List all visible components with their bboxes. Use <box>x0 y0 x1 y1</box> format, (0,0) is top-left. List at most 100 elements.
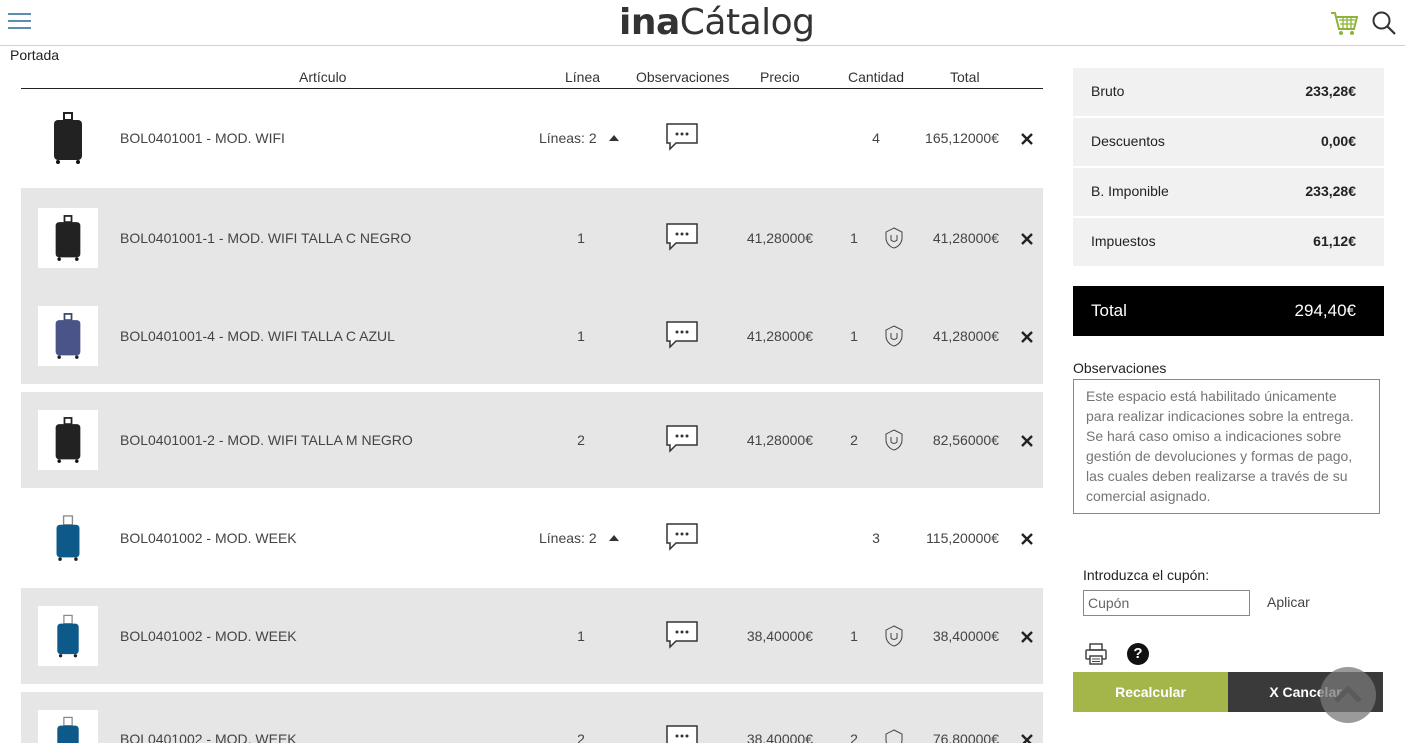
unit-shield-icon[interactable] <box>884 729 904 743</box>
line-number: 2 <box>577 731 585 743</box>
comment-icon[interactable] <box>666 321 698 349</box>
product-thumbnail[interactable] <box>38 710 98 743</box>
quantity[interactable]: 2 <box>847 731 861 743</box>
logo[interactable]: inaCátalog <box>619 2 815 43</box>
line-total: 41,28000€ <box>932 328 999 344</box>
price: 41,28000€ <box>746 432 813 448</box>
col-articulo: Artículo <box>299 69 347 85</box>
product-thumbnail[interactable] <box>38 108 98 168</box>
comment-icon[interactable] <box>666 621 698 649</box>
quantity[interactable]: 1 <box>847 628 861 644</box>
col-observaciones: Observaciones <box>636 69 730 85</box>
line-number: 1 <box>577 230 585 246</box>
suitcase-teal-icon <box>57 716 79 743</box>
lineas-count: Líneas: 2 <box>539 130 597 146</box>
quantity[interactable]: 1 <box>847 230 861 246</box>
price: 38,40000€ <box>746 731 813 743</box>
print-icon[interactable] <box>1085 643 1107 665</box>
product-thumbnail[interactable] <box>38 208 98 268</box>
help-icon[interactable]: ? <box>1127 643 1149 665</box>
product-thumbnail[interactable] <box>38 606 98 666</box>
collapse-chevron-icon[interactable] <box>609 135 619 141</box>
product-thumbnail[interactable] <box>38 306 98 366</box>
comment-icon[interactable] <box>666 725 698 743</box>
coupon-input[interactable] <box>1083 590 1250 616</box>
coupon-label: Introduzca el cupón: <box>1083 567 1210 583</box>
product-name[interactable]: BOL0401001 - MOD. WIFI <box>120 130 285 146</box>
recalcular-button[interactable]: Recalcular <box>1073 672 1228 712</box>
table-row: BOL0401001-4 - MOD. WIFI TALLA C AZUL 1 … <box>21 286 1043 384</box>
menu-icon[interactable] <box>8 13 32 31</box>
col-precio: Precio <box>760 69 800 85</box>
suitcase-black-icon <box>55 215 81 261</box>
comment-icon[interactable] <box>666 425 698 453</box>
product-thumbnail[interactable] <box>38 410 98 470</box>
product-thumbnail[interactable] <box>38 508 98 568</box>
unit-shield-icon[interactable] <box>884 429 904 451</box>
table-row: BOL0401001-2 - MOD. WIFI TALLA M NEGRO 2… <box>21 392 1043 488</box>
price: 41,28000€ <box>746 328 813 344</box>
quantity: 3 <box>872 530 880 546</box>
top-bar: inaCátalog <box>0 0 1405 46</box>
product-name[interactable]: BOL0401001-1 - MOD. WIFI TALLA C NEGRO <box>120 230 411 246</box>
search-icon[interactable] <box>1371 10 1397 36</box>
product-name[interactable]: BOL0401001-4 - MOD. WIFI TALLA C AZUL <box>120 328 395 344</box>
line-total: 76,80000€ <box>932 731 999 743</box>
unit-shield-icon[interactable] <box>884 625 904 647</box>
delete-icon[interactable] <box>1020 532 1034 546</box>
chevron-up-icon <box>1334 685 1362 703</box>
scroll-to-top-button[interactable] <box>1320 667 1376 723</box>
table-header: Artículo Línea Observaciones Precio Cant… <box>21 68 1043 89</box>
delete-icon[interactable] <box>1020 733 1034 743</box>
suitcase-black-icon <box>54 112 82 164</box>
delete-icon[interactable] <box>1020 232 1034 246</box>
summary-descuentos: Descuentos 0,00€ <box>1073 118 1384 166</box>
summary-imponible: B. Imponible 233,28€ <box>1073 168 1384 216</box>
line-total: 38,40000€ <box>932 628 999 644</box>
unit-shield-icon[interactable] <box>884 227 904 249</box>
col-cantidad: Cantidad <box>848 69 905 85</box>
table-row: BOL0401002 - MOD. WEEK 1 38,40000€ 1 38,… <box>21 588 1043 684</box>
line-total: 82,56000€ <box>932 432 999 448</box>
delete-icon[interactable] <box>1020 434 1034 448</box>
quantity[interactable]: 1 <box>847 328 861 344</box>
suitcase-teal-icon <box>57 614 79 658</box>
collapse-chevron-icon[interactable] <box>609 535 619 541</box>
quantity: 4 <box>872 130 880 146</box>
product-name[interactable]: BOL0401002 - MOD. WEEK <box>120 530 297 546</box>
price: 41,28000€ <box>746 230 813 246</box>
product-name[interactable]: BOL0401001-2 - MOD. WIFI TALLA M NEGRO <box>120 432 413 448</box>
summary-impuestos: Impuestos 61,12€ <box>1073 218 1384 266</box>
breadcrumb[interactable]: Portada <box>10 47 59 63</box>
comment-icon[interactable] <box>666 223 698 251</box>
cart-icon[interactable] <box>1330 10 1358 36</box>
observaciones-textarea[interactable] <box>1073 379 1380 514</box>
summary-bruto: Bruto 233,28€ <box>1073 68 1384 116</box>
quantity[interactable]: 2 <box>847 432 861 448</box>
suitcase-black-icon <box>55 417 81 463</box>
line-total: 115,20000€ <box>926 530 999 546</box>
line-number: 2 <box>577 432 585 448</box>
comment-icon[interactable] <box>666 523 698 551</box>
delete-icon[interactable] <box>1020 132 1034 146</box>
apply-coupon-button[interactable]: Aplicar <box>1267 594 1310 610</box>
product-name[interactable]: BOL0401002 - MOD. WEEK <box>120 731 297 743</box>
delete-icon[interactable] <box>1020 630 1034 644</box>
line-number: 1 <box>577 328 585 344</box>
col-linea: Línea <box>565 69 601 85</box>
line-total: 41,28000€ <box>932 230 999 246</box>
table-row: BOL0401001-1 - MOD. WIFI TALLA C NEGRO 1… <box>21 188 1043 286</box>
table-row: BOL0401002 - MOD. WEEK 2 38,40000€ 2 76,… <box>21 692 1043 743</box>
unit-shield-icon[interactable] <box>884 325 904 347</box>
observaciones-label: Observaciones <box>1073 360 1167 376</box>
line-total: 165,12000€ <box>925 130 999 146</box>
delete-icon[interactable] <box>1020 330 1034 344</box>
table-row: BOL0401001 - MOD. WIFI Líneas: 2 4 165,1… <box>21 90 1043 186</box>
comment-icon[interactable] <box>666 123 698 151</box>
col-total: Total <box>950 69 980 85</box>
lineas-count: Líneas: 2 <box>539 530 597 546</box>
suitcase-teal-icon <box>56 515 80 561</box>
table-row: BOL0401002 - MOD. WEEK Líneas: 2 3 115,2… <box>21 490 1043 586</box>
price: 38,40000€ <box>746 628 813 644</box>
product-name[interactable]: BOL0401002 - MOD. WEEK <box>120 628 297 644</box>
